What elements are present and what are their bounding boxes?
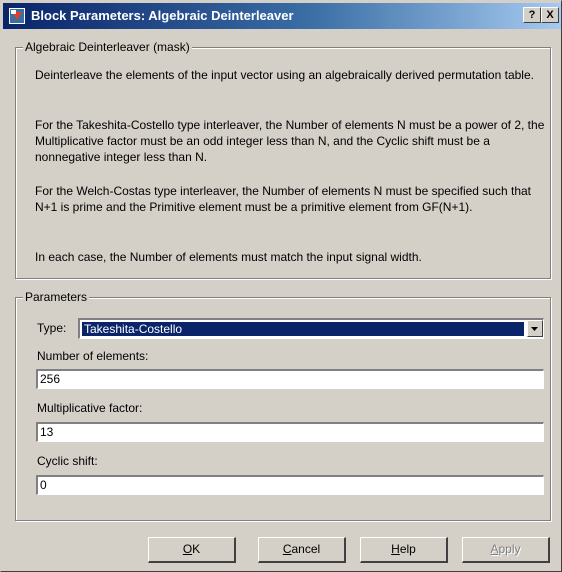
num-elements-field[interactable]: 256 bbox=[36, 369, 544, 389]
ok-mnemonic: O bbox=[182, 542, 193, 556]
help-caption-button[interactable]: ? bbox=[523, 7, 541, 23]
help-mnemonic: H bbox=[391, 542, 400, 556]
cyclic-shift-field[interactable]: 0 bbox=[36, 475, 544, 495]
cancel-label-rest: ancel bbox=[291, 542, 321, 556]
close-button[interactable]: X bbox=[541, 7, 559, 23]
cancel-button[interactable]: Cancel bbox=[258, 537, 346, 563]
mult-factor-field[interactable]: 13 bbox=[36, 422, 544, 442]
help-label-rest: elp bbox=[399, 542, 416, 556]
num-elements-label: Number of elements: bbox=[37, 349, 149, 363]
description-paragraph-4: In each case, the Number of elements mus… bbox=[35, 250, 422, 264]
ok-button[interactable]: OK bbox=[148, 537, 236, 563]
type-label: Type: bbox=[37, 321, 67, 335]
help-button[interactable]: Help bbox=[360, 537, 448, 563]
cyclic-shift-label: Cyclic shift: bbox=[37, 454, 98, 468]
mask-group-legend: Algebraic Deinterleaver (mask) bbox=[23, 40, 192, 54]
description-paragraph-1: Deinterleave the elements of the input v… bbox=[35, 68, 534, 82]
dialog-window: Block Parameters: Algebraic Deinterleave… bbox=[0, 0, 562, 572]
apply-label-rest: pply bbox=[498, 542, 521, 556]
dropdown-arrow-button[interactable] bbox=[527, 320, 543, 337]
window-title: Block Parameters: Algebraic Deinterleave… bbox=[31, 8, 294, 23]
question-mark-icon: ? bbox=[528, 9, 536, 21]
ok-label-rest: K bbox=[192, 542, 201, 556]
apply-button[interactable]: Apply bbox=[462, 537, 550, 563]
close-icon: X bbox=[546, 9, 554, 21]
parameters-group-legend: Parameters bbox=[23, 290, 90, 304]
description-paragraph-3: For the Welch-Costas type interleaver, t… bbox=[35, 184, 532, 214]
type-dropdown[interactable]: Takeshita-Costello bbox=[78, 318, 544, 339]
chevron-down-icon bbox=[531, 327, 538, 331]
description-paragraph-2: For the Takeshita-Costello type interlea… bbox=[35, 118, 545, 164]
mult-factor-label: Multiplicative factor: bbox=[37, 401, 143, 415]
title-bar[interactable]: Block Parameters: Algebraic Deinterleave… bbox=[3, 3, 561, 29]
apply-mnemonic: A bbox=[490, 542, 499, 556]
simulink-block-icon bbox=[9, 8, 25, 24]
type-selected-value: Takeshita-Costello bbox=[81, 321, 525, 337]
